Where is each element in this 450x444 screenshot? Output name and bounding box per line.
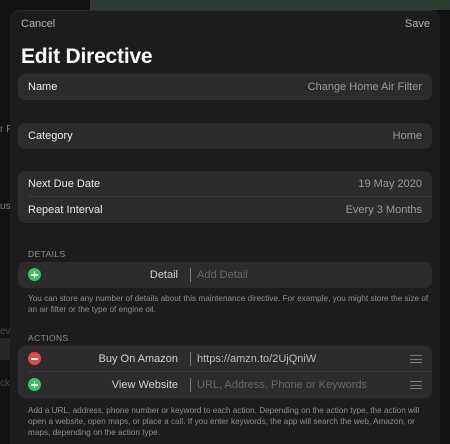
background-text-fragment: us bbox=[0, 201, 11, 212]
repeat-interval-value[interactable]: Every 3 Months bbox=[346, 204, 422, 216]
name-group: Name Change Home Air Filter bbox=[18, 74, 432, 100]
add-detail-input[interactable]: Add Detail bbox=[197, 269, 248, 281]
navigation-bar: Cancel Save bbox=[10, 11, 440, 41]
next-due-date-value[interactable]: 19 May 2020 bbox=[358, 178, 422, 190]
action-row-view-website: View Website URL, Address, Phone or Keyw… bbox=[18, 372, 432, 398]
action-row-buy-on-amazon: Buy On Amazon https://amzn.to/2UjQniW bbox=[18, 346, 432, 372]
action-url-input[interactable]: URL, Address, Phone or Keywords bbox=[197, 379, 367, 391]
background-text-fragment: ev bbox=[0, 326, 11, 337]
background-header-strip bbox=[90, 0, 450, 10]
action-url-input[interactable]: https://amzn.to/2UjQniW bbox=[197, 353, 316, 365]
actions-section-header: ACTIONS bbox=[28, 333, 69, 343]
save-button[interactable]: Save bbox=[405, 18, 430, 30]
action-label[interactable]: Buy On Amazon bbox=[99, 353, 179, 365]
detail-row: Detail Add Detail bbox=[18, 262, 432, 288]
actions-group: Buy On Amazon https://amzn.to/2UjQniW Vi… bbox=[18, 346, 432, 398]
cancel-button[interactable]: Cancel bbox=[21, 18, 55, 30]
repeat-interval-row[interactable]: Repeat Interval Every 3 Months bbox=[18, 197, 432, 223]
action-label[interactable]: View Website bbox=[112, 379, 178, 391]
reorder-handle-icon[interactable] bbox=[410, 355, 422, 363]
reorder-handle-icon[interactable] bbox=[410, 381, 422, 389]
field-separator bbox=[190, 378, 191, 392]
add-circle-icon[interactable] bbox=[28, 268, 41, 281]
details-group: Detail Add Detail bbox=[18, 262, 432, 288]
name-value[interactable]: Change Home Air Filter bbox=[308, 81, 422, 93]
detail-row-label: Detail bbox=[149, 269, 178, 281]
name-row[interactable]: Name Change Home Air Filter bbox=[18, 74, 432, 100]
schedule-group: Next Due Date 19 May 2020 Repeat Interva… bbox=[18, 171, 432, 223]
name-label: Name bbox=[28, 81, 58, 93]
next-due-date-row[interactable]: Next Due Date 19 May 2020 bbox=[18, 171, 432, 197]
remove-circle-icon[interactable] bbox=[28, 352, 41, 365]
details-footer-text: You can store any number of details abou… bbox=[28, 294, 429, 314]
category-label: Category bbox=[28, 130, 73, 142]
add-circle-icon[interactable] bbox=[28, 378, 41, 391]
category-group: Category Home bbox=[18, 123, 432, 149]
category-value[interactable]: Home bbox=[393, 130, 422, 142]
next-due-date-label: Next Due Date bbox=[28, 178, 101, 190]
field-separator bbox=[190, 268, 191, 282]
background-text-fragment: ck bbox=[0, 378, 10, 389]
details-section-header: DETAILS bbox=[28, 249, 66, 259]
category-row[interactable]: Category Home bbox=[18, 123, 432, 149]
repeat-interval-label: Repeat Interval bbox=[28, 204, 103, 216]
edit-directive-sheet: Cancel Save Edit Directive Name Change H… bbox=[10, 10, 440, 444]
field-separator bbox=[190, 352, 191, 366]
actions-footer-text: Add a URL, address, phone number or keyw… bbox=[28, 406, 420, 437]
page-title: Edit Directive bbox=[21, 45, 153, 68]
